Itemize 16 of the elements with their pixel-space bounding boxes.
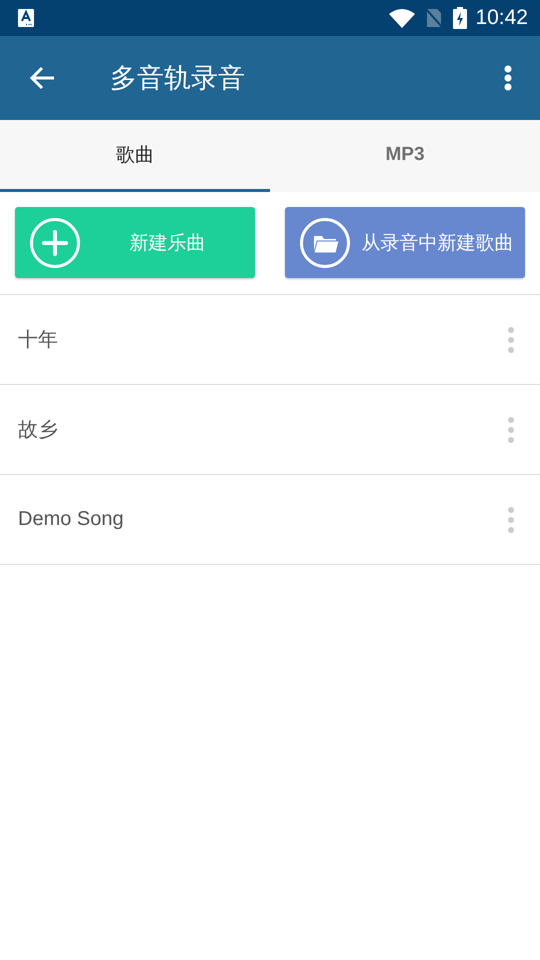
app-title: 多音轨录音 — [110, 62, 246, 96]
folder-circle-icon — [300, 218, 350, 268]
tab[interactable]: MP3 — [270, 120, 540, 192]
status-time: 10:42 — [475, 6, 528, 30]
song-name[interactable]: 故乡 — [18, 416, 508, 443]
tab[interactable]: 歌曲 — [0, 120, 270, 192]
import-recording-button[interactable]: 从录音中新建歌曲 — [285, 207, 525, 278]
battery-charging-icon — [453, 7, 468, 29]
keyboard-notification-icon — [18, 9, 34, 27]
plus-circle-icon — [30, 218, 80, 268]
more-options-icon[interactable] — [504, 65, 512, 91]
song-name[interactable]: 十年 — [18, 326, 508, 353]
wifi-icon — [389, 8, 416, 28]
song-name[interactable]: Demo Song — [18, 508, 508, 531]
no-sim-icon — [425, 8, 444, 28]
back-arrow-icon[interactable] — [28, 64, 56, 92]
